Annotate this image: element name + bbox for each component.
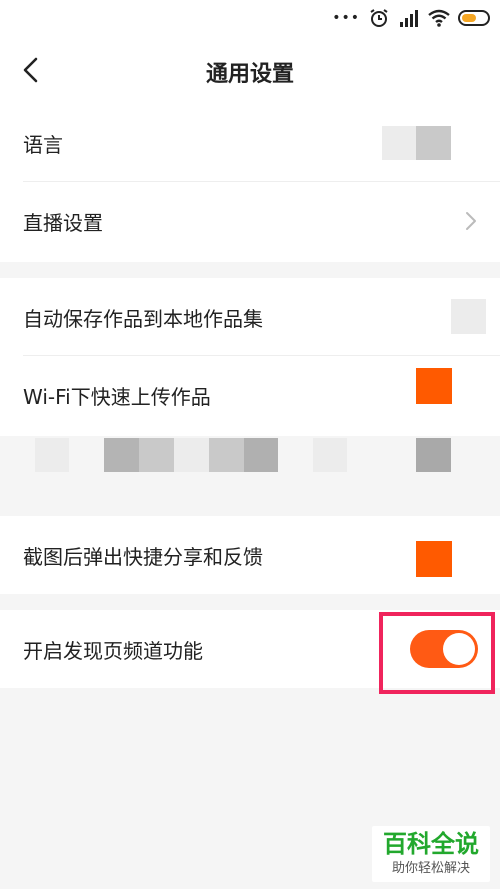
blur-block [35, 438, 69, 472]
watermark-title: 百科全说 [383, 830, 479, 858]
blur-block [104, 438, 139, 472]
blur-block [313, 438, 347, 472]
blur-block [244, 438, 278, 472]
chevron-right-icon [466, 212, 476, 230]
row-live-settings[interactable]: 直播设置 [0, 182, 500, 260]
alarm-icon [370, 9, 388, 27]
watermark-subtitle: 助你轻松解决 [391, 861, 470, 876]
row-language[interactable]: 语言 [0, 104, 500, 182]
blur-block [174, 438, 209, 472]
auto-save-toggle-blur[interactable] [451, 299, 486, 334]
signal-icon [400, 10, 418, 27]
language-value-blur [382, 126, 416, 160]
page-title: 通用设置 [205, 62, 294, 87]
highlight-box [379, 612, 495, 694]
row-label-wifi-upload: Wi-Fi下快速上传作品 [23, 384, 211, 409]
row-label-live-settings: 直播设置 [23, 210, 103, 235]
row-label-discover-channel: 开启发现页频道功能 [23, 638, 203, 663]
row-auto-save[interactable]: 自动保存作品到本地作品集 [0, 278, 500, 356]
more-dots-icon: ••• [332, 10, 360, 26]
section-upload: 自动保存作品到本地作品集 Wi-Fi下快速上传作品 [0, 278, 500, 436]
row-screenshot-share[interactable]: 截图后弹出快捷分享和反馈 [0, 516, 500, 594]
row-label-auto-save: 自动保存作品到本地作品集 [23, 306, 263, 331]
watermark-logo: 百科全说 助你轻松解决 [372, 826, 490, 882]
blur-block [209, 438, 244, 472]
status-bar: ••• [0, 0, 500, 36]
screenshot-share-toggle-blur[interactable] [416, 541, 452, 577]
nav-header: 通用设置 [0, 36, 500, 104]
battery-icon [458, 10, 490, 26]
blurred-row [0, 436, 500, 506]
status-icons: ••• [332, 6, 490, 30]
wifi-upload-toggle-blur[interactable] [416, 368, 452, 404]
row-label-screenshot-share: 截图后弹出快捷分享和反馈 [23, 544, 263, 569]
row-wifi-upload[interactable]: Wi-Fi下快速上传作品 [0, 356, 500, 434]
settings-screen: ••• 通用设置 语言 直播设置 自动保存作品到本地作品集 Wi-Fi下快速上传… [0, 0, 500, 889]
battery-level [462, 14, 477, 22]
section-general: 语言 直播设置 [0, 104, 500, 262]
section-share: 截图后弹出快捷分享和反馈 [0, 516, 500, 594]
blur-block [416, 438, 451, 472]
wifi-icon [428, 9, 450, 27]
language-value-blur-2 [416, 126, 451, 160]
row-label-language: 语言 [23, 132, 63, 157]
blur-block [139, 438, 174, 472]
